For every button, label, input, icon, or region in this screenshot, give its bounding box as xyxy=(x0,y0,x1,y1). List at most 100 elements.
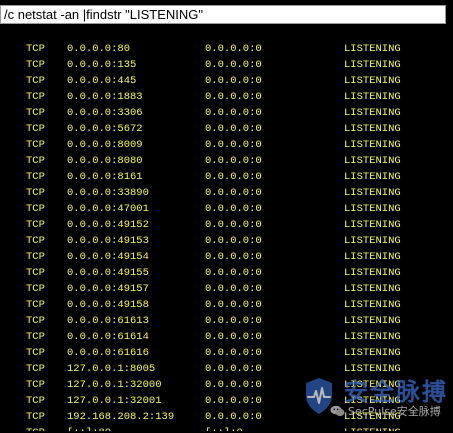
foreign-address-cell: 0.0.0.0:0 xyxy=(205,171,262,183)
proto-cell: TCP xyxy=(26,347,45,359)
local-address-cell: 127.0.0.1:8005 xyxy=(67,363,156,375)
proto-cell: TCP xyxy=(26,171,45,183)
foreign-address-cell: 0.0.0.0:0 xyxy=(205,299,262,311)
state-cell: LISTENING xyxy=(344,203,401,215)
table-row: TCP 0.0.0.0:61616 0.0.0.0:0 LISTENING xyxy=(0,345,453,361)
local-address-cell: 0.0.0.0:5672 xyxy=(67,123,143,135)
local-address-cell: 127.0.0.1:32000 xyxy=(67,379,162,391)
table-row: TCP 0.0.0.0:80 0.0.0.0:0 LISTENING xyxy=(0,41,453,57)
local-address-cell: 0.0.0.0:49157 xyxy=(67,283,149,295)
state-cell: LISTENING xyxy=(344,59,401,71)
foreign-address-cell: 0.0.0.0:0 xyxy=(205,75,262,87)
local-address-cell: 127.0.0.1:32001 xyxy=(67,395,162,407)
foreign-address-cell: 0.0.0.0:0 xyxy=(205,411,262,423)
local-address-cell: 0.0.0.0:3306 xyxy=(67,107,143,119)
foreign-address-cell: 0.0.0.0:0 xyxy=(205,363,262,375)
state-cell: LISTENING xyxy=(344,43,401,55)
foreign-address-cell: 0.0.0.0:0 xyxy=(205,283,262,295)
local-address-cell: 0.0.0.0:49153 xyxy=(67,235,149,247)
table-row: TCP 0.0.0.0:49157 0.0.0.0:0 LISTENING xyxy=(0,281,453,297)
local-address-cell: 192.168.208.2:139 xyxy=(67,411,175,423)
table-row: TCP 0.0.0.0:49152 0.0.0.0:0 LISTENING xyxy=(0,217,453,233)
state-cell: LISTENING xyxy=(344,75,401,87)
foreign-address-cell: 0.0.0.0:0 xyxy=(205,251,262,263)
foreign-address-cell: 0.0.0.0:0 xyxy=(205,219,262,231)
table-row: TCP 0.0.0.0:3306 0.0.0.0:0 LISTENING xyxy=(0,105,453,121)
state-cell: LISTENING xyxy=(344,331,401,343)
local-address-cell: 0.0.0.0:49155 xyxy=(67,267,149,279)
proto-cell: TCP xyxy=(26,379,45,391)
proto-cell: TCP xyxy=(26,315,45,327)
foreign-address-cell: 0.0.0.0:0 xyxy=(205,107,262,119)
table-row: TCP 0.0.0.0:1883 0.0.0.0:0 LISTENING xyxy=(0,89,453,105)
proto-cell: TCP xyxy=(26,395,45,407)
proto-cell: TCP xyxy=(26,155,45,167)
local-address-cell: 0.0.0.0:49152 xyxy=(67,219,149,231)
watermark-brand: 安全脉搏 xyxy=(344,378,448,406)
proto-cell: TCP xyxy=(26,267,45,279)
foreign-address-cell: 0.0.0.0:0 xyxy=(205,43,262,55)
watermark-label-row: SecPulse安全脉搏 xyxy=(330,403,441,419)
local-address-cell: 0.0.0.0:61616 xyxy=(67,347,149,359)
local-address-cell: [::]:80 xyxy=(67,427,112,433)
state-cell: LISTENING xyxy=(344,347,401,359)
watermark-label: SecPulse安全脉搏 xyxy=(348,405,441,418)
table-row: TCP 0.0.0.0:49154 0.0.0.0:0 LISTENING xyxy=(0,249,453,265)
foreign-address-cell: 0.0.0.0:0 xyxy=(205,267,262,279)
foreign-address-cell: 0.0.0.0:0 xyxy=(205,91,262,103)
table-row: TCP 0.0.0.0:135 0.0.0.0:0 LISTENING xyxy=(0,57,453,73)
proto-cell: TCP xyxy=(26,363,45,375)
state-cell: LISTENING xyxy=(344,123,401,135)
local-address-cell: 0.0.0.0:80 xyxy=(67,43,131,55)
local-address-cell: 0.0.0.0:47001 xyxy=(67,203,149,215)
proto-cell: TCP xyxy=(26,91,45,103)
state-cell: LISTENING xyxy=(344,251,401,263)
proto-cell: TCP xyxy=(26,187,45,199)
state-cell: LISTENING xyxy=(344,299,401,311)
local-address-cell: 0.0.0.0:8080 xyxy=(67,155,143,167)
foreign-address-cell: 0.0.0.0:0 xyxy=(205,331,262,343)
state-cell: LISTENING xyxy=(344,315,401,327)
proto-cell: TCP xyxy=(26,411,45,423)
table-row: TCP 0.0.0.0:47001 0.0.0.0:0 LISTENING xyxy=(0,201,453,217)
table-row: TCP 0.0.0.0:61614 0.0.0.0:0 LISTENING xyxy=(0,329,453,345)
state-cell: LISTENING xyxy=(344,171,401,183)
state-cell: LISTENING xyxy=(344,219,401,231)
proto-cell: TCP xyxy=(26,107,45,119)
local-address-cell: 0.0.0.0:49154 xyxy=(67,251,149,263)
command-input[interactable]: /c netstat -an |findstr "LISTENING" xyxy=(0,5,446,24)
proto-cell: TCP xyxy=(26,235,45,247)
proto-cell: TCP xyxy=(26,427,45,433)
foreign-address-cell: 0.0.0.0:0 xyxy=(205,203,262,215)
state-cell: LISTENING xyxy=(344,267,401,279)
foreign-address-cell: 0.0.0.0:0 xyxy=(205,395,262,407)
proto-cell: TCP xyxy=(26,43,45,55)
wechat-icon xyxy=(330,405,345,417)
foreign-address-cell: [::]:0 xyxy=(205,427,243,433)
state-cell: LISTENING xyxy=(344,427,401,433)
table-row: TCP 0.0.0.0:8161 0.0.0.0:0 LISTENING xyxy=(0,169,453,185)
proto-cell: TCP xyxy=(26,123,45,135)
table-row: TCP 0.0.0.0:5672 0.0.0.0:0 LISTENING xyxy=(0,121,453,137)
table-row: TCP 0.0.0.0:8080 0.0.0.0:0 LISTENING xyxy=(0,153,453,169)
proto-cell: TCP xyxy=(26,203,45,215)
local-address-cell: 0.0.0.0:8161 xyxy=(67,171,143,183)
local-address-cell: 0.0.0.0:33890 xyxy=(67,187,149,199)
foreign-address-cell: 0.0.0.0:0 xyxy=(205,379,262,391)
proto-cell: TCP xyxy=(26,251,45,263)
local-address-cell: 0.0.0.0:49158 xyxy=(67,299,149,311)
table-row: TCP 0.0.0.0:61613 0.0.0.0:0 LISTENING xyxy=(0,313,453,329)
proto-cell: TCP xyxy=(26,283,45,295)
foreign-address-cell: 0.0.0.0:0 xyxy=(205,123,262,135)
local-address-cell: 0.0.0.0:61613 xyxy=(67,315,149,327)
foreign-address-cell: 0.0.0.0:0 xyxy=(205,59,262,71)
state-cell: LISTENING xyxy=(344,155,401,167)
proto-cell: TCP xyxy=(26,331,45,343)
foreign-address-cell: 0.0.0.0:0 xyxy=(205,187,262,199)
proto-cell: TCP xyxy=(26,139,45,151)
foreign-address-cell: 0.0.0.0:0 xyxy=(205,235,262,247)
state-cell: LISTENING xyxy=(344,91,401,103)
local-address-cell: 0.0.0.0:445 xyxy=(67,75,137,87)
table-row: TCP 0.0.0.0:49153 0.0.0.0:0 LISTENING xyxy=(0,233,453,249)
state-cell: LISTENING xyxy=(344,283,401,295)
